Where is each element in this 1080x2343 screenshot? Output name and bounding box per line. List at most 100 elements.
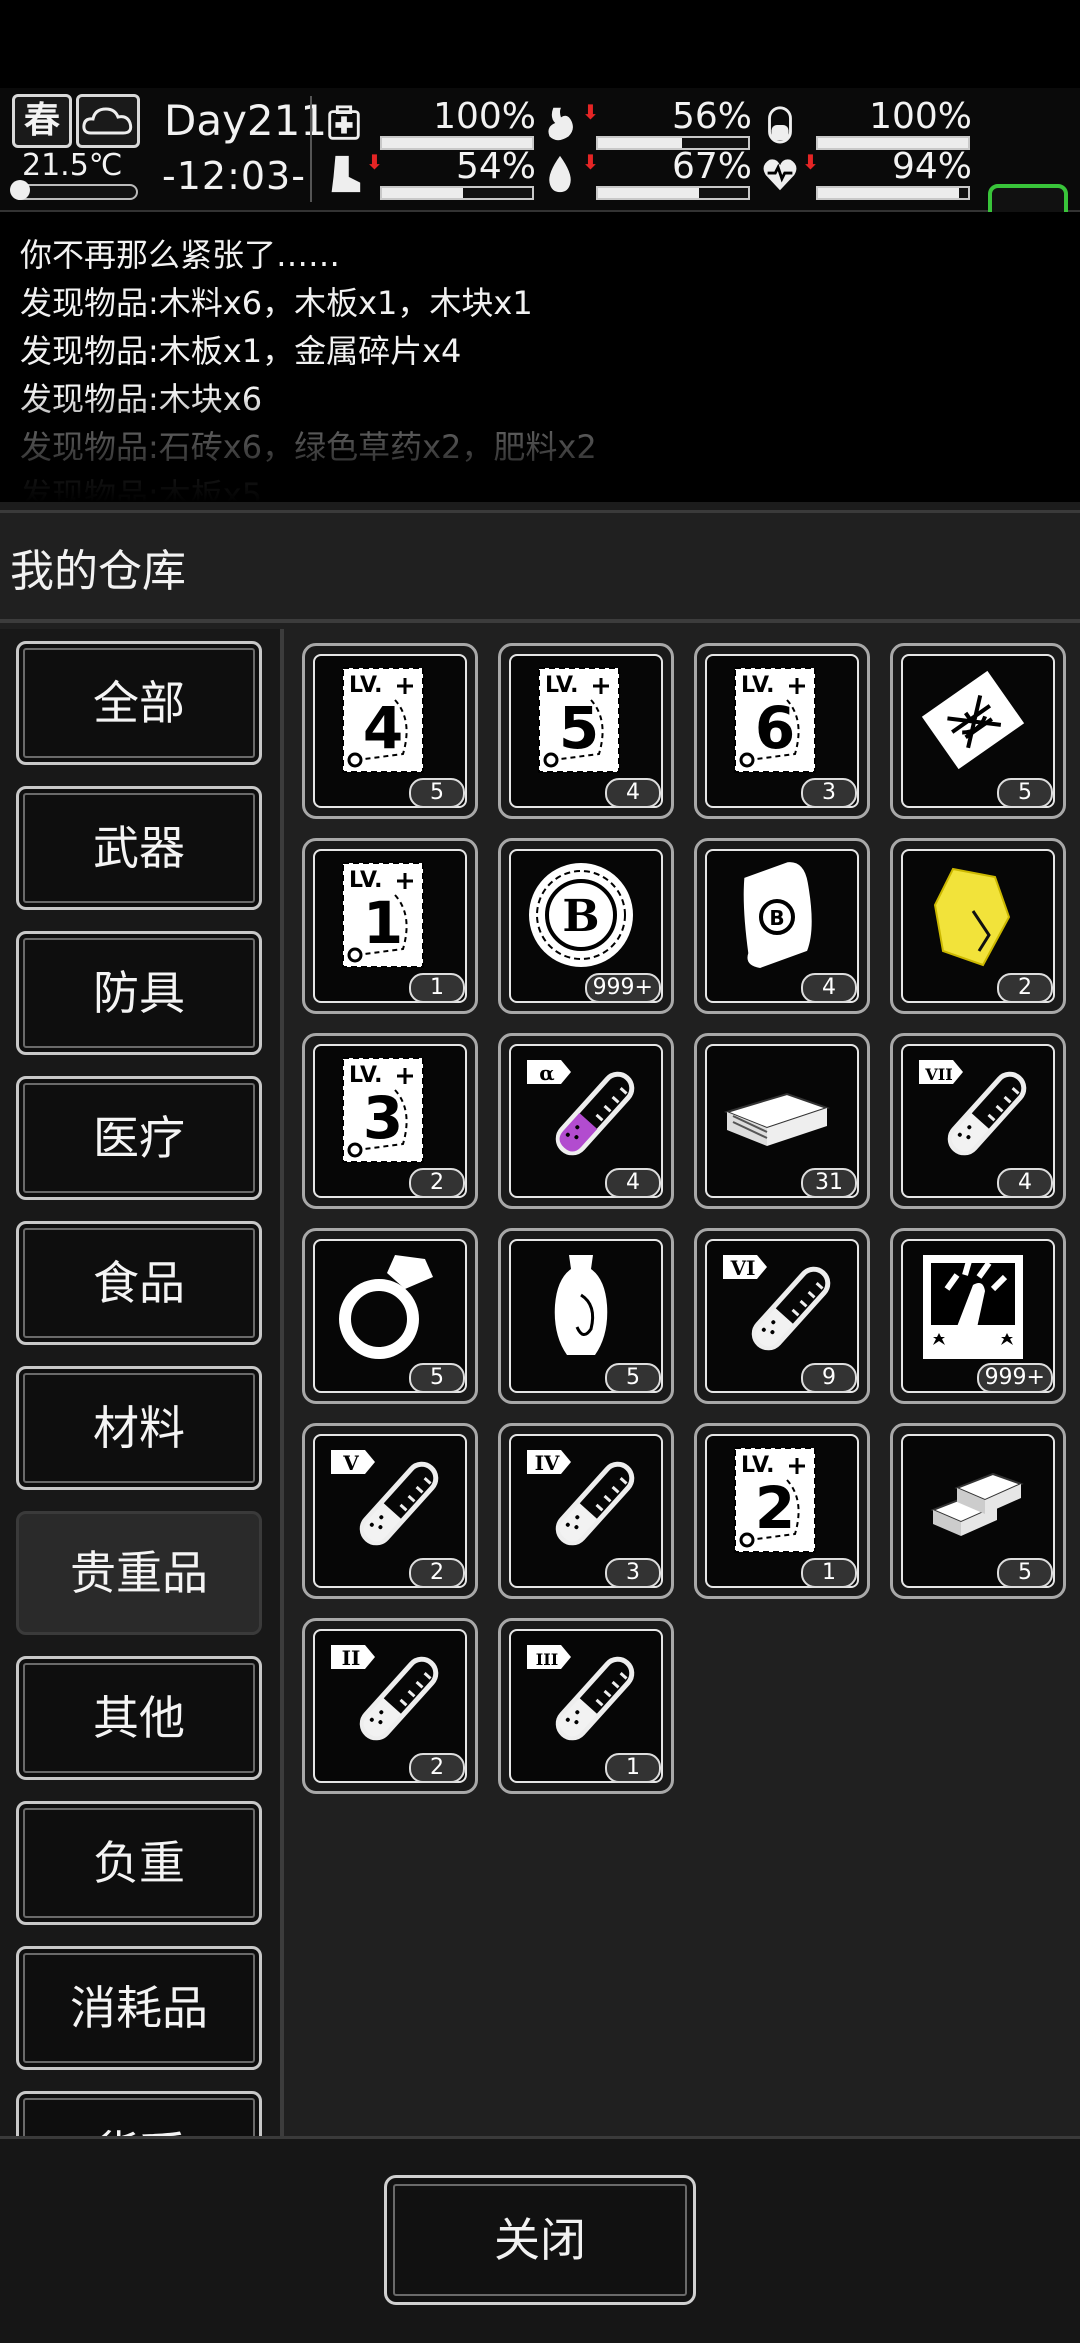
inventory-item[interactable]: II 2	[302, 1618, 478, 1794]
scroll-icon: B	[743, 862, 812, 968]
lv-3-blueprint-icon: LV.3	[342, 1057, 424, 1163]
item-count-badge: 9	[801, 1363, 857, 1393]
inventory-item[interactable]: 31	[694, 1033, 870, 1209]
item-count-badge: 2	[409, 1558, 465, 1588]
inventory-item[interactable]: 5	[498, 1228, 674, 1404]
stat-thirst: ⬇ 67%	[540, 146, 760, 204]
inventory-item[interactable]: B4	[694, 838, 870, 1014]
inventory-item[interactable]: 5	[302, 1228, 478, 1404]
page-title: 我的仓库	[10, 546, 186, 597]
item-count-badge: 4	[605, 1168, 661, 1198]
category-tab[interactable]: 消耗品	[16, 1946, 262, 2070]
ii-tube-icon: II	[331, 1645, 439, 1741]
inventory-item[interactable]: B 999+	[498, 838, 674, 1014]
stat-value: 94%	[891, 146, 972, 187]
svg-text:VI: VI	[730, 1256, 756, 1280]
lv-1-blueprint-icon: LV.1	[342, 862, 424, 968]
item-count-badge: 4	[605, 778, 661, 808]
item-count-badge: 5	[997, 778, 1053, 808]
divider	[310, 96, 312, 202]
category-tab[interactable]: 武器	[16, 786, 262, 910]
lv-4-blueprint-icon: LV.4	[342, 667, 424, 773]
b-coin-icon: B	[529, 863, 633, 967]
inventory-item[interactable]: VI 9	[694, 1228, 870, 1404]
inventory-item[interactable]: LV. 1 1	[302, 838, 478, 1014]
svg-text:3: 3	[363, 1084, 403, 1152]
item-count-badge: 1	[409, 973, 465, 1003]
inventory-item[interactable]: 5	[890, 1423, 1066, 1599]
item-count-badge: 2	[997, 973, 1053, 1003]
inventory-item[interactable]: V2	[302, 1423, 478, 1599]
stat-stamina: ⬇ 54%	[324, 146, 544, 204]
item-count-badge: 2	[409, 1753, 465, 1783]
category-tab[interactable]: 食品	[16, 1221, 262, 1345]
close-button[interactable]: 关闭	[384, 2175, 696, 2305]
stat-bar	[816, 186, 970, 200]
inventory-item[interactable]: IV 3	[498, 1423, 674, 1599]
category-tab[interactable]: 贵重品	[16, 1511, 262, 1635]
inventory-item[interactable]: LV. 2 1	[694, 1423, 870, 1599]
item-count-badge: 1	[605, 1753, 661, 1783]
item-count-badge: 4	[801, 973, 857, 1003]
item-count-badge: 2	[409, 1168, 465, 1198]
category-tab[interactable]: 材料	[16, 1366, 262, 1490]
vase-icon	[554, 1255, 608, 1355]
inventory-item[interactable]: α4	[498, 1033, 674, 1209]
status-bar	[0, 0, 1080, 88]
category-sidebar[interactable]: 全部武器防具医疗食品材料贵重品其他负重消耗品货币	[0, 629, 282, 2139]
item-count-badge: 999+	[584, 973, 661, 1003]
log-line: 发现物品:木板x1，金属碎片x4	[20, 332, 462, 370]
svg-text:VII: VII	[924, 1065, 952, 1084]
inventory-item[interactable]: 5	[890, 643, 1066, 819]
category-tab[interactable]: 全部	[16, 641, 262, 765]
temperature-text: 21.5℃	[22, 148, 123, 183]
stat-value: 67%	[671, 146, 752, 187]
svg-text:IV: IV	[535, 1451, 560, 1475]
alpha-tube-icon: α	[527, 1060, 635, 1156]
helicopter-ticket-icon	[921, 670, 1025, 770]
down-arrow-icon: ⬇	[366, 150, 383, 174]
down-arrow-icon: ⬇	[582, 150, 599, 174]
svg-text:B: B	[769, 906, 784, 930]
yellow-crystal-icon	[933, 867, 1011, 967]
cash-stack-icon	[723, 1092, 831, 1146]
item-count-badge: 5	[997, 1558, 1053, 1588]
item-count-badge: 31	[801, 1168, 857, 1198]
cloud-icon	[76, 94, 140, 148]
inventory-item[interactable]: VII 4	[890, 1033, 1066, 1209]
inventory-item[interactable]: 2	[890, 838, 1066, 1014]
item-count-badge: 3	[605, 1558, 661, 1588]
water-drop-icon	[549, 155, 571, 193]
svg-text:2: 2	[755, 1474, 795, 1542]
season-badge: 春	[12, 94, 72, 148]
hud-panel: 春 21.5℃ Day211 -12:03- 100% ⬇ 56% 100% ⬇ 54% ⬇…	[0, 88, 1080, 280]
inventory-item[interactable]: LV. 4 5	[302, 643, 478, 819]
inventory-item[interactable]: LV. 6 3	[694, 643, 870, 819]
category-tab[interactable]: 防具	[16, 931, 262, 1055]
pill-icon	[768, 106, 792, 144]
iv-tube-icon: IV	[527, 1450, 635, 1546]
svg-text:B: B	[562, 891, 599, 942]
time-display: -12:03-	[162, 154, 306, 198]
stat-value: 54%	[455, 146, 536, 187]
category-tab[interactable]: 医疗	[16, 1076, 262, 1200]
bottom-bar: 关闭	[0, 2136, 1080, 2343]
svg-text:6: 6	[755, 694, 795, 762]
divider	[280, 629, 284, 2139]
item-count-badge: 3	[801, 778, 857, 808]
item-count-badge: 999+	[976, 1363, 1053, 1393]
category-tab[interactable]: 货币	[16, 2091, 262, 2139]
diamond-ring-icon	[339, 1255, 433, 1359]
category-tab[interactable]: 其他	[16, 1656, 262, 1780]
svg-text:4: 4	[363, 694, 403, 762]
vii-tube-icon: VII	[919, 1060, 1027, 1156]
lv-6-blueprint-icon: LV.6	[734, 667, 816, 773]
inventory-item[interactable]: LV. 5 4	[498, 643, 674, 819]
category-tab[interactable]: 负重	[16, 1801, 262, 1925]
zombie-poster-icon	[923, 1255, 1023, 1359]
inventory-item[interactable]: III 1	[498, 1618, 674, 1794]
inventory-item[interactable]: 999+	[890, 1228, 1066, 1404]
inventory-item[interactable]: LV. 3 2	[302, 1033, 478, 1209]
v-tube-icon: V	[331, 1450, 439, 1546]
storage-panel: 我的仓库 全部武器防具医疗食品材料贵重品其他负重消耗品货币 LV.45LV.54…	[0, 510, 1080, 2139]
